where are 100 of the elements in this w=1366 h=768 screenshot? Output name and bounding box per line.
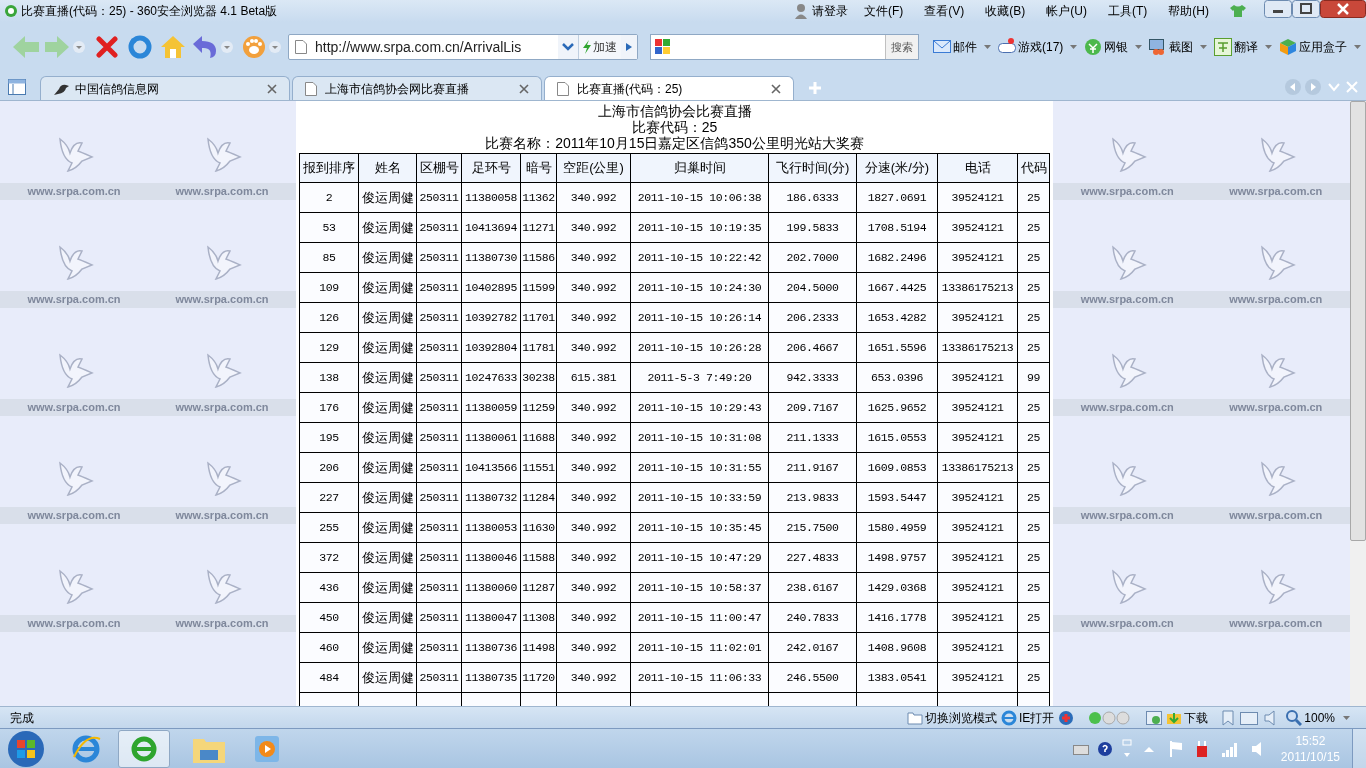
table-cell: 11380046 <box>461 542 521 573</box>
dropdown-icon[interactable] <box>268 40 282 54</box>
paw-icon[interactable] <box>242 35 266 59</box>
column-header[interactable]: 足环号 <box>461 153 521 183</box>
table-cell: 1667.4425 <box>856 272 938 303</box>
chevron-down-icon[interactable] <box>558 35 578 59</box>
caret-icon[interactable] <box>1200 45 1208 49</box>
tab-label: 比赛直播(代码：25) <box>577 80 684 98</box>
minimize-icon[interactable] <box>1264 0 1292 18</box>
toolbar-button[interactable]: 截图 <box>1149 38 1194 56</box>
sidebar-toggle-icon[interactable] <box>8 79 26 95</box>
undo-icon[interactable] <box>192 35 218 59</box>
zoom-button[interactable]: 100% <box>1286 708 1335 727</box>
menu-item[interactable]: 文件(F) <box>864 2 904 20</box>
column-header[interactable]: 电话 <box>937 153 1018 183</box>
table-cell: 俊运周健 <box>358 242 417 273</box>
signal-icon[interactable] <box>1220 740 1239 757</box>
shirt-icon[interactable] <box>1230 4 1246 18</box>
browser-tab[interactable]: 中国信鸽信息网 <box>40 76 290 100</box>
toolbar-button[interactable]: 邮件 <box>933 38 977 56</box>
column-header[interactable]: 姓名 <box>358 153 417 183</box>
column-header[interactable]: 代码 <box>1017 153 1050 183</box>
column-header[interactable]: 归巢时间 <box>630 153 769 183</box>
bookmark-icon[interactable] <box>1222 709 1235 726</box>
column-header[interactable]: 空距(公里) <box>556 153 631 183</box>
keyboard-icon[interactable] <box>1072 742 1089 755</box>
menu-item[interactable]: 查看(V) <box>924 2 965 20</box>
power-plug-icon[interactable] <box>1194 739 1209 758</box>
user-icon[interactable] <box>794 3 808 19</box>
table-cell: 340.992 <box>556 602 631 633</box>
address-bar[interactable]: http://www.srpa.com.cn/ArrivalLis 加速 <box>288 34 638 60</box>
flag-icon[interactable] <box>1168 739 1183 758</box>
table-cell: 2011-10-15 10:29:43 <box>630 392 769 423</box>
start-button-icon[interactable] <box>6 728 46 768</box>
toolbar-button[interactable]: 游戏(17) <box>998 38 1064 56</box>
menu-item[interactable]: 工具(T) <box>1108 2 1148 20</box>
caret-icon[interactable] <box>1343 715 1350 720</box>
browser-tab[interactable]: 上海市信鸽协会网比赛直播 <box>292 76 542 100</box>
medical-kit-icon[interactable] <box>1058 709 1075 726</box>
site-address: www.srpa.com.cn <box>148 399 296 416</box>
toggle-lights-icon[interactable] <box>1088 710 1131 725</box>
play-icon[interactable] <box>621 35 637 59</box>
window-title: 比赛直播(代码：25) - 360安全浏览器 4.1 Beta版 <box>21 3 278 20</box>
status-button[interactable]: IE打开 <box>1000 708 1055 727</box>
scrollbar-thumb[interactable] <box>1350 101 1366 541</box>
site-address: www.srpa.com.cn <box>0 615 148 632</box>
dropdown-icon[interactable] <box>220 40 234 54</box>
table-cell: 206 <box>299 452 359 483</box>
login-link[interactable]: 请登录 <box>812 2 848 20</box>
maximize-icon[interactable] <box>1292 0 1320 18</box>
table-cell: 340.992 <box>556 512 631 543</box>
search-field[interactable]: 搜索 <box>650 34 919 60</box>
toolbar-button[interactable]: 应用盒子 <box>1279 38 1348 56</box>
caret-icon[interactable] <box>1135 45 1143 49</box>
menu-item[interactable]: 收藏(B) <box>985 2 1026 20</box>
caret-icon[interactable] <box>1354 45 1362 49</box>
status-button[interactable]: 切换浏览模式 <box>906 708 997 727</box>
lightning-icon <box>583 40 591 54</box>
taskbar-button[interactable] <box>118 729 170 768</box>
media-player-icon[interactable] <box>254 734 280 763</box>
column-header[interactable]: 报到排序 <box>299 153 359 183</box>
close-icon[interactable] <box>771 83 781 94</box>
search-button[interactable]: 搜索 <box>885 35 918 59</box>
menu-item[interactable]: 帐户(U) <box>1046 2 1087 20</box>
column-header[interactable]: 飞行时间(分) <box>768 153 857 183</box>
browser-tab[interactable]: 比赛直播(代码：25) <box>544 76 794 100</box>
home-icon[interactable] <box>160 35 186 59</box>
close-icon[interactable] <box>1320 0 1366 18</box>
status-button[interactable]: 下载 <box>1166 708 1209 727</box>
close-icon[interactable] <box>267 83 277 94</box>
dropdown-icon[interactable] <box>72 40 86 54</box>
table-cell: 39524121 <box>937 512 1018 543</box>
speedup-button[interactable]: 加速 <box>578 35 621 59</box>
show-desktop-button[interactable] <box>1352 729 1366 768</box>
card-icon[interactable] <box>1240 709 1259 726</box>
caret-icon[interactable] <box>1070 45 1078 49</box>
help-icon[interactable] <box>1096 740 1113 757</box>
tab-scroll-right-icon[interactable] <box>1304 78 1322 96</box>
window-icon[interactable] <box>1146 709 1163 726</box>
column-header[interactable]: 分速(米/分) <box>856 153 938 183</box>
toolbar-button[interactable]: 网银 <box>1084 38 1129 56</box>
table-cell: 2011-10-15 11:06:33 <box>630 662 769 693</box>
table-cell: 450 <box>299 602 359 633</box>
tab-label: 上海市信鸽协会网比赛直播 <box>325 80 470 98</box>
table-cell: 340.992 <box>556 242 631 273</box>
menu-item[interactable]: 帮助(H) <box>1168 2 1209 20</box>
search-icon <box>1286 709 1303 726</box>
show-hidden-icon[interactable] <box>1142 744 1155 753</box>
stop-icon[interactable] <box>96 36 118 58</box>
close-icon[interactable] <box>519 83 529 94</box>
table-cell: 1651.5596 <box>856 332 938 363</box>
table-cell: 227.4833 <box>768 542 857 573</box>
caret-icon[interactable] <box>984 45 991 49</box>
scrollbar[interactable] <box>1350 101 1366 706</box>
caret-icon[interactable] <box>1265 45 1273 49</box>
toolbar-button[interactable]: 翻译 <box>1214 38 1259 56</box>
tab-scroll-left-icon[interactable] <box>1284 78 1302 96</box>
window-switch-icon[interactable] <box>1120 738 1133 759</box>
column-header[interactable]: 区棚号 <box>416 153 462 183</box>
column-header[interactable]: 暗号 <box>520 153 557 183</box>
